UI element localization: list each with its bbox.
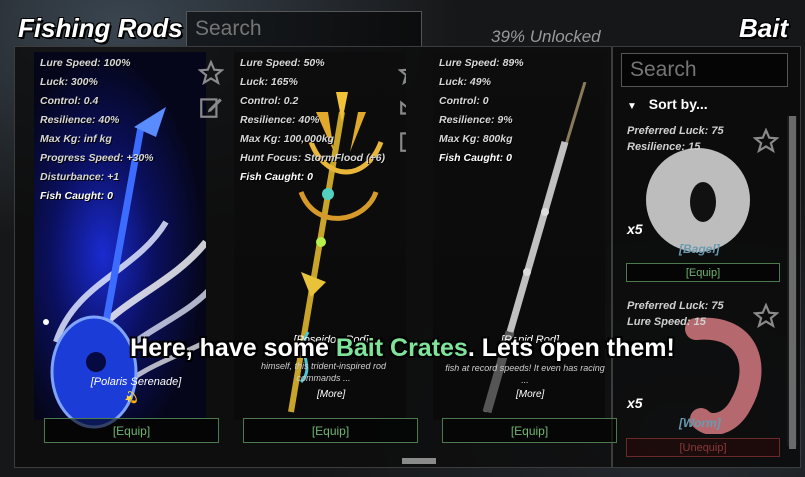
stat-hunt-focus: Hunt Focus: StormFlood (+6)	[240, 152, 385, 164]
crown-icon[interactable]	[398, 94, 406, 120]
equip-button-poseidon[interactable]: [Equip]	[243, 418, 418, 443]
more-link[interactable]: [More]	[317, 389, 345, 400]
stat-max-kg: Max Kg: inf kg	[40, 133, 112, 145]
star-icon[interactable]	[753, 128, 779, 154]
rod-stats: Lure Speed: 89% Luck: 49% Control: 0 Res…	[439, 54, 524, 168]
caption-text: Here, have some	[130, 334, 336, 362]
stat-max-kg: Max Kg: 800kg	[439, 133, 513, 145]
rod-action-icons	[198, 60, 226, 128]
stat-lure-speed: Lure Speed: 100%	[40, 57, 131, 69]
equip-button-bagel[interactable]: [Equip]	[626, 263, 780, 282]
rod-action-icons	[398, 60, 406, 162]
stat-resilience: Resilience: 40%	[240, 114, 320, 126]
rod-stats: Lure Speed: 100% Luck: 300% Control: 0.4…	[40, 54, 154, 206]
unequip-button-worm[interactable]: [Unequip]	[626, 438, 780, 457]
rod-card-poseidon[interactable]: Lure Speed: 50% Luck: 165% Control: 0.2 …	[216, 52, 406, 452]
bait-search-input[interactable]	[621, 53, 788, 87]
stat-fish-caught: Fish Caught: 0	[40, 190, 113, 202]
bait-card-worm[interactable]: Preferred Luck: 75 Lure Speed: 15 x5 [Wo…	[621, 294, 787, 444]
star-icon[interactable]	[398, 60, 406, 86]
caption-highlight: Bait Crates	[335, 334, 468, 362]
stat-max-kg: Max Kg: 100,000kg	[240, 133, 334, 145]
rod-description: fish at record speeds! It even has racin…	[445, 363, 605, 385]
stat-lure-speed: Lure Speed: 50%	[240, 57, 325, 69]
stat-control: Control: 0	[439, 95, 489, 107]
stat-luck: Luck: 300%	[40, 76, 98, 88]
bait-count: x5	[627, 395, 643, 411]
stat-fish-caught: Fish Caught: 0	[240, 171, 313, 183]
bait-stats: Preferred Luck: 75 Lure Speed: 15	[627, 298, 724, 330]
stat-control: Control: 0.2	[240, 95, 299, 107]
stat-resilience: Resilience: 40%	[40, 114, 120, 126]
bait-title: Bait	[739, 13, 789, 43]
stat-fish-caught: Fish Caught: 0	[439, 152, 512, 164]
stat-resilience: Resilience: 9%	[439, 114, 513, 126]
stat-preferred-luck: Preferred Luck: 75	[627, 125, 724, 137]
fishing-rods-title: Fishing Rods	[18, 13, 183, 43]
rod-card-polaris[interactable]: Lure Speed: 100% Luck: 300% Control: 0.4…	[16, 52, 206, 452]
equip-button-polaris[interactable]: [Equip]	[44, 418, 219, 443]
stat-luck: Luck: 49%	[439, 76, 491, 88]
rod-search-input[interactable]	[186, 11, 422, 47]
bait-scrollbar-thumb[interactable]	[789, 116, 796, 449]
caret-down-icon: ▼	[627, 101, 637, 112]
bait-name: [Bagel]	[679, 242, 720, 256]
rod-name: [Polaris Serenade]	[90, 376, 182, 388]
sort-dropdown[interactable]: ▼ Sort by...	[621, 96, 787, 116]
bait-name: [Worm]	[679, 416, 721, 430]
bagel-icon	[646, 148, 750, 252]
horizontal-scroll-indicator[interactable]	[402, 458, 436, 464]
stat-resilience: Resilience: 15	[627, 141, 701, 153]
stat-luck: Luck: 165%	[240, 76, 298, 88]
edit-icon[interactable]	[198, 94, 224, 120]
rod-badge-icon: 💫	[124, 392, 138, 404]
sort-label: Sort by...	[648, 96, 708, 112]
stat-disturbance: Disturbance: +1	[40, 171, 120, 183]
bait-count: x5	[627, 221, 643, 237]
stat-progress-speed: Progress Speed: +30%	[40, 152, 154, 164]
rod-description: himself, this trident-inspired rod comma…	[260, 361, 387, 383]
stat-lure-speed: Lure Speed: 89%	[439, 57, 524, 69]
star-icon[interactable]	[198, 60, 224, 86]
dialogue-caption: Here, have some Bait Crates. Lets open t…	[0, 334, 805, 363]
stat-lure-speed: Lure Speed: 15	[627, 316, 706, 328]
stat-control: Control: 0.4	[40, 95, 99, 107]
equip-button-rapid[interactable]: [Equip]	[442, 418, 617, 443]
stat-preferred-luck: Preferred Luck: 75	[627, 300, 724, 312]
rod-stats: Lure Speed: 50% Luck: 165% Control: 0.2 …	[240, 54, 385, 187]
more-link[interactable]: [More]	[516, 389, 544, 400]
edit-icon[interactable]	[398, 128, 406, 154]
rod-card-rapid[interactable]: Lure Speed: 89% Luck: 49% Control: 0 Res…	[415, 52, 605, 452]
caption-text-end: . Lets open them!	[467, 334, 675, 362]
unlocked-percentage: 39% Unlocked	[491, 27, 601, 46]
bait-stats: Preferred Luck: 75 Resilience: 15	[627, 123, 724, 155]
